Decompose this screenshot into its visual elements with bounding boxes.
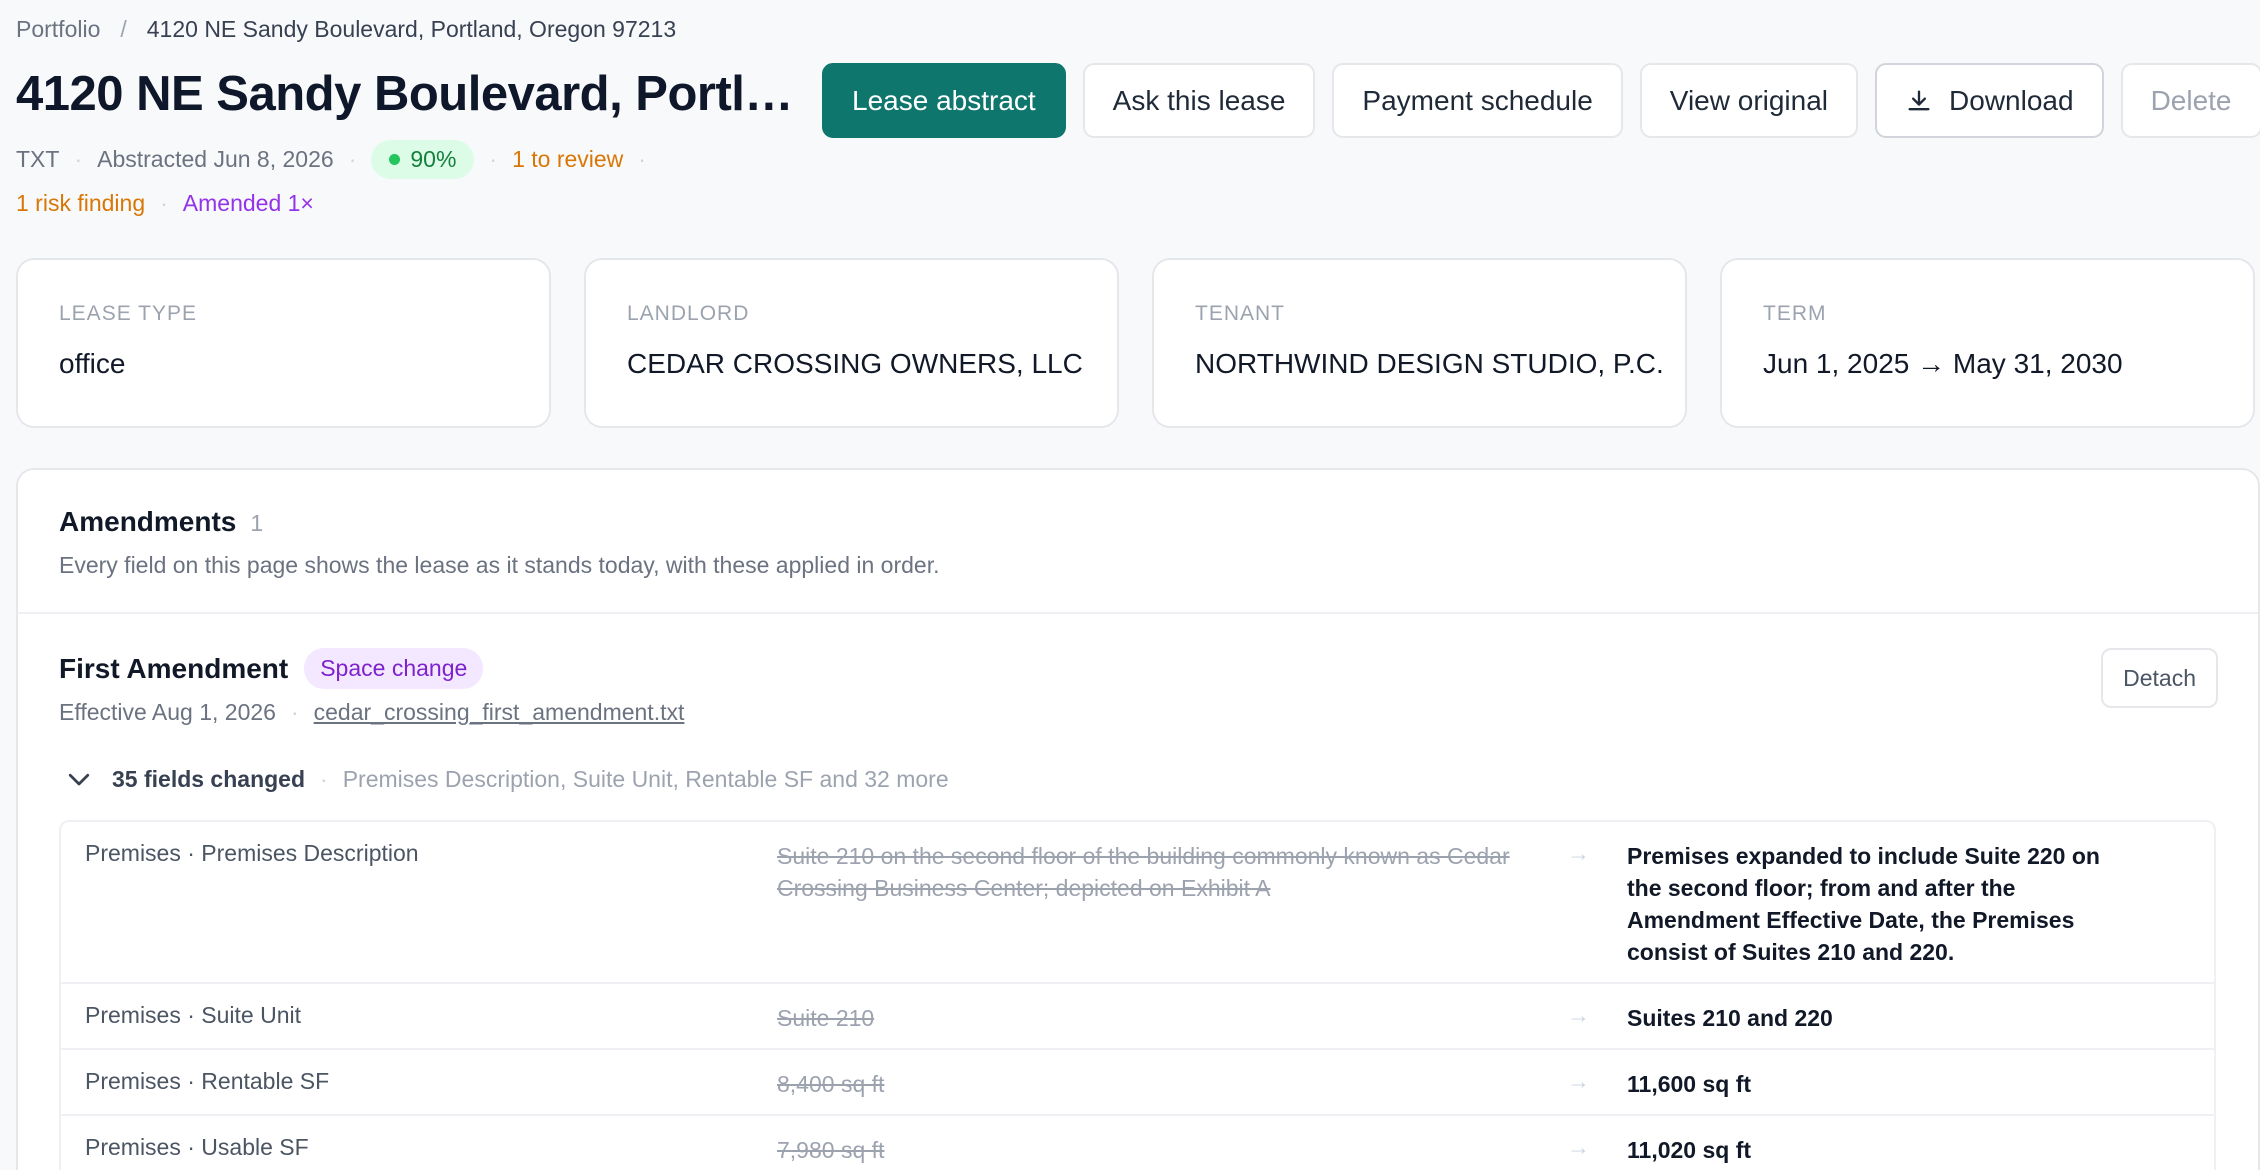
- changes-summary: Premises Description, Suite Unit, Rentab…: [342, 765, 949, 792]
- amendments-header: Amendments 1 Every field on this page sh…: [18, 470, 2258, 614]
- header-actions: Lease abstract Ask this lease Payment sc…: [822, 63, 2260, 138]
- field-name: Premises · Usable SF: [85, 1134, 309, 1160]
- amended-link[interactable]: Amended 1×: [183, 190, 314, 217]
- new-value: 11,020 sq ft: [1627, 1137, 1752, 1163]
- arrow-icon: →: [1567, 1068, 1590, 1094]
- status-dot-icon: [389, 154, 401, 165]
- card-value: office: [59, 348, 126, 379]
- old-value: 7,980 sq ft: [777, 1137, 885, 1163]
- breadcrumb-separator: /: [120, 16, 127, 42]
- card-value: CEDAR CROSSING OWNERS, LLC: [627, 348, 1083, 379]
- lease-flags: 1 risk finding · Amended 1×: [16, 190, 314, 217]
- amendments-panel: Amendments 1 Every field on this page sh…: [16, 468, 2260, 1170]
- ask-lease-button[interactable]: Ask this lease: [1082, 63, 1316, 138]
- tenant-card: TENANT NORTHWIND DESIGN STUDIO, P.C.: [1152, 258, 1687, 428]
- field-name: Premises · Rentable SF: [85, 1068, 330, 1094]
- meta-separator: ·: [160, 190, 168, 216]
- new-value: Suites 210 and 220: [1627, 1005, 1833, 1031]
- card-label: LEASE TYPE: [59, 302, 198, 325]
- amendment-title-row: First Amendment Space change: [59, 648, 484, 689]
- landlord-card: LANDLORD CEDAR CROSSING OWNERS, LLC: [584, 258, 1119, 428]
- download-button[interactable]: Download: [1875, 63, 2104, 138]
- table-row: Premises · Suite Unit Suite 210 → Suites…: [61, 984, 2214, 1050]
- amendment-type-badge: Space change: [304, 648, 484, 689]
- field-name: Premises · Premises Description: [85, 840, 419, 866]
- amendment-name: First Amendment: [59, 652, 289, 684]
- meta-separator: ·: [74, 146, 83, 172]
- term-card: TERM Jun 1, 2025 → May 31, 2030: [1720, 258, 2255, 428]
- meta-separator: ·: [489, 146, 498, 172]
- summary-cards: LEASE TYPE office LANDLORD CEDAR CROSSIN…: [16, 258, 2255, 428]
- old-value: Suite 210 on the second floor of the bui…: [777, 843, 1510, 901]
- old-value: 8,400 sq ft: [777, 1071, 885, 1097]
- chevron-down-icon: [68, 773, 90, 786]
- lease-type-card: LEASE TYPE office: [16, 258, 551, 428]
- changes-toggle[interactable]: 35 fields changed · Premises Description…: [64, 764, 949, 794]
- arrow-icon: →: [1567, 840, 1590, 866]
- delete-button[interactable]: Delete: [2120, 63, 2260, 138]
- new-value: Premises expanded to include Suite 220 o…: [1627, 843, 2100, 965]
- amendment-effective-date: Effective Aug 1, 2026: [59, 699, 276, 725]
- risk-finding-link[interactable]: 1 risk finding: [16, 190, 145, 217]
- payment-schedule-button[interactable]: Payment schedule: [1332, 63, 1623, 138]
- table-row: Premises · Rentable SF 8,400 sq ft → 11,…: [61, 1050, 2214, 1116]
- meta-separator: ·: [348, 146, 357, 172]
- breadcrumb-current: 4120 NE Sandy Boulevard, Portland, Orego…: [146, 16, 677, 42]
- meta-separator: ·: [638, 146, 646, 172]
- new-value: 11,600 sq ft: [1627, 1071, 1752, 1097]
- breadcrumb: Portfolio / 4120 NE Sandy Boulevard, Por…: [16, 16, 676, 43]
- card-label: LANDLORD: [627, 302, 750, 325]
- card-label: TENANT: [1195, 302, 1285, 325]
- card-value: NORTHWIND DESIGN STUDIO, P.C.: [1195, 348, 1664, 379]
- lease-detail-page: Portfolio / 4120 NE Sandy Boulevard, Por…: [0, 0, 2260, 1170]
- amendments-title: Amendments: [59, 506, 237, 537]
- breadcrumb-portfolio-link[interactable]: Portfolio: [16, 16, 100, 43]
- meta-separator: ·: [290, 699, 299, 725]
- changes-count: 35 fields changed: [112, 765, 306, 792]
- confidence-badge: 90%: [371, 140, 475, 179]
- download-icon: [1908, 90, 1930, 110]
- arrow-icon: →: [1567, 1134, 1590, 1160]
- lease-meta: TXT · Abstracted Jun 8, 2026 · 90% · 1 t…: [16, 140, 661, 179]
- file-format: TXT: [16, 146, 60, 172]
- confidence-value: 90%: [410, 146, 457, 172]
- amendment-file-link[interactable]: cedar_crossing_first_amendment.txt: [314, 699, 685, 726]
- arrow-icon: →: [1567, 1002, 1590, 1028]
- amendments-title-row: Amendments 1: [59, 506, 2258, 538]
- meta-separator: ·: [320, 765, 328, 792]
- view-original-button[interactable]: View original: [1639, 63, 1859, 138]
- field-name: Premises · Suite Unit: [85, 1002, 302, 1028]
- lease-abstract-button[interactable]: Lease abstract: [822, 63, 1066, 138]
- detach-button[interactable]: Detach: [2101, 648, 2218, 708]
- download-label: Download: [1949, 84, 2074, 116]
- amendments-description: Every field on this page shows the lease…: [59, 552, 940, 578]
- old-value: Suite 210: [777, 1005, 875, 1031]
- amendments-count: 1: [250, 510, 264, 536]
- page-title: 4120 NE Sandy Boulevard, Portland, Orego…: [16, 67, 794, 121]
- card-label: TERM: [1763, 302, 1827, 325]
- abstracted-date: Abstracted Jun 8, 2026: [97, 146, 334, 172]
- to-review-link[interactable]: 1 to review: [512, 146, 623, 173]
- card-value: Jun 1, 2025 → May 31, 2030: [1763, 348, 2123, 379]
- changes-table: Premises · Premises Description Suite 21…: [59, 820, 2216, 1170]
- amendment-meta: Effective Aug 1, 2026 · cedar_crossing_f…: [59, 699, 684, 726]
- table-row: Premises · Usable SF 7,980 sq ft → 11,02…: [61, 1116, 2214, 1170]
- table-row: Premises · Premises Description Suite 21…: [61, 822, 2214, 984]
